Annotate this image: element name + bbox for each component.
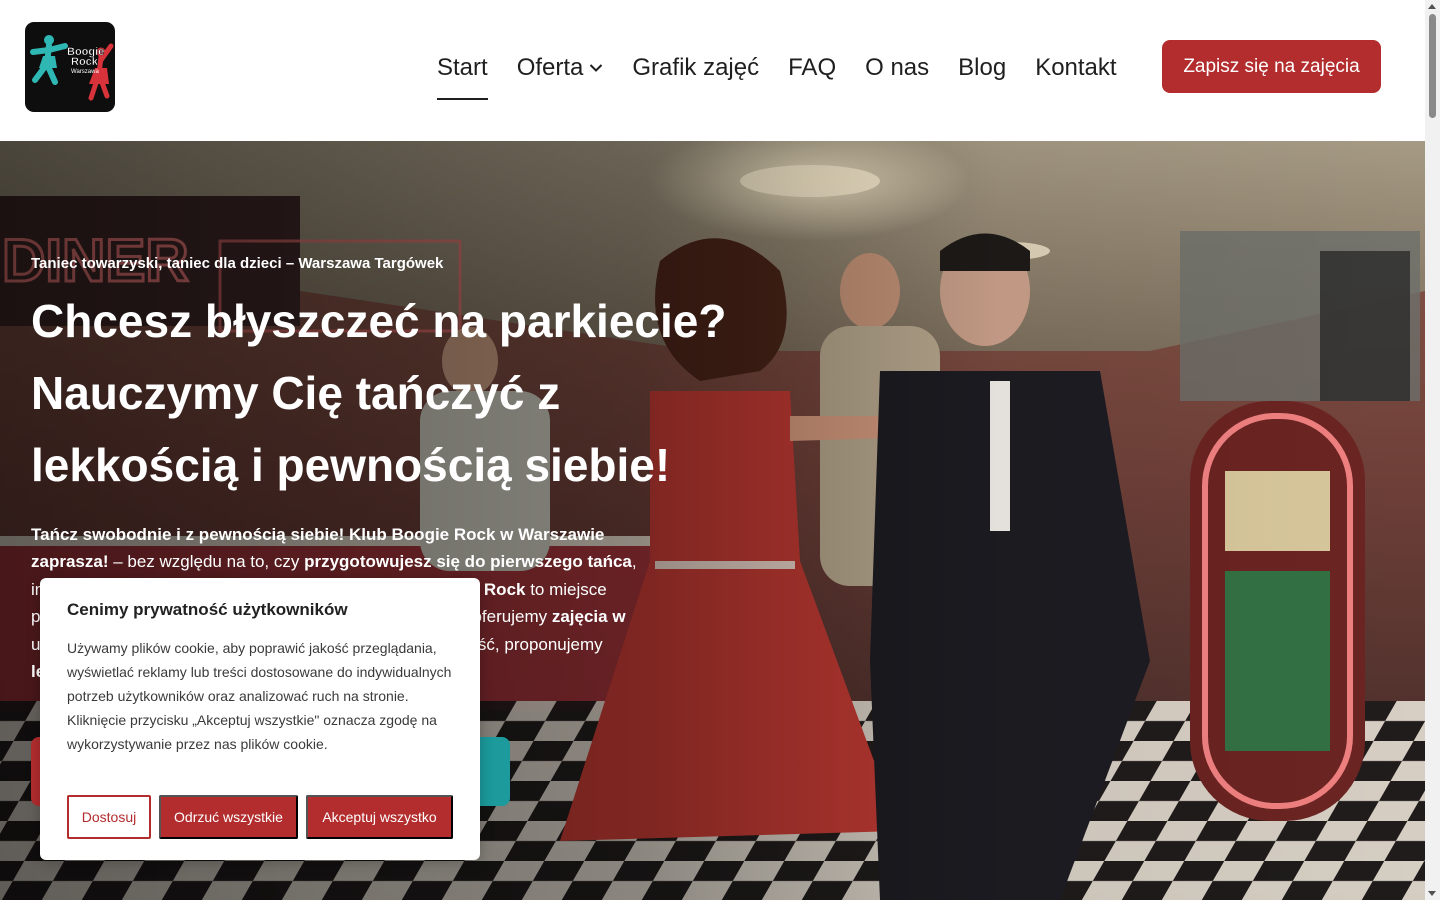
hero-eyebrow: Taniec towarzyski, taniec dla dzieci – W… bbox=[31, 255, 444, 272]
hero-text-line4-mid: oferujemy bbox=[472, 607, 552, 627]
logo-text-rock: Rock bbox=[71, 56, 99, 68]
logo-text-city: Warszawa bbox=[71, 69, 99, 75]
cookie-accept-button[interactable]: Akceptuj wszystko bbox=[306, 795, 453, 839]
hero-text-line4-bold: zajęcia w bbox=[551, 607, 626, 627]
dancers-logo-icon: Boogie Rock Warszawa bbox=[30, 35, 114, 101]
hero-title-line-3: lekkością i pewnością siebie! bbox=[31, 439, 671, 491]
hero-text-line5-end: ość, proponujemy bbox=[468, 634, 603, 654]
signup-button[interactable]: Zapisz się na zajęcia bbox=[1162, 40, 1381, 93]
hero-title-line-1: Chcesz błyszczeć na parkiecie? bbox=[31, 295, 727, 347]
cookie-reject-button[interactable]: Odrzuć wszystkie bbox=[159, 795, 298, 839]
nav-kontakt[interactable]: Kontakt bbox=[1035, 48, 1116, 88]
hero-title-line-2: Nauczymy Cię tańczyć z bbox=[31, 367, 561, 419]
nav-faq[interactable]: FAQ bbox=[788, 48, 836, 88]
cookie-description: Używamy plików cookie, aby poprawić jako… bbox=[67, 640, 452, 752]
cookie-customize-button[interactable]: Dostosuj bbox=[67, 795, 151, 839]
hero-text-2: – bez względu na to, czy bbox=[108, 552, 305, 572]
cookie-consent-dialog: Cenimy prywatność użytkowników Używamy p… bbox=[40, 578, 480, 860]
page-scrollbar[interactable] bbox=[1425, 0, 1440, 900]
hero-text-bold-2: przygotowujesz się do pierwszego tańca bbox=[304, 552, 632, 572]
cookie-title: Cenimy prywatność użytkowników bbox=[67, 600, 348, 619]
chevron-down-icon bbox=[589, 63, 603, 73]
nav-start[interactable]: Start bbox=[437, 48, 488, 100]
scroll-up-icon[interactable] bbox=[1428, 4, 1436, 9]
main-nav: Start Oferta Grafik zajęć FAQ O nas Blog… bbox=[437, 48, 1146, 100]
nav-blog[interactable]: Blog bbox=[958, 48, 1006, 88]
nav-o-nas[interactable]: O nas bbox=[865, 48, 929, 88]
hero-text-4: , bbox=[631, 552, 637, 572]
hero-text-line3-end: to miejsce bbox=[525, 579, 607, 599]
site-logo[interactable]: Boogie Rock Warszawa bbox=[25, 22, 115, 112]
nav-grafik[interactable]: Grafik zajęć bbox=[632, 48, 759, 88]
scroll-down-icon[interactable] bbox=[1428, 891, 1436, 896]
nav-oferta[interactable]: Oferta bbox=[517, 48, 604, 88]
hero-title: Chcesz błyszczeć na parkiecie? Nauczymy … bbox=[31, 285, 791, 501]
scroll-thumb[interactable] bbox=[1429, 14, 1436, 118]
site-header: Boogie Rock Warszawa Start Oferta Grafik… bbox=[0, 0, 1425, 141]
